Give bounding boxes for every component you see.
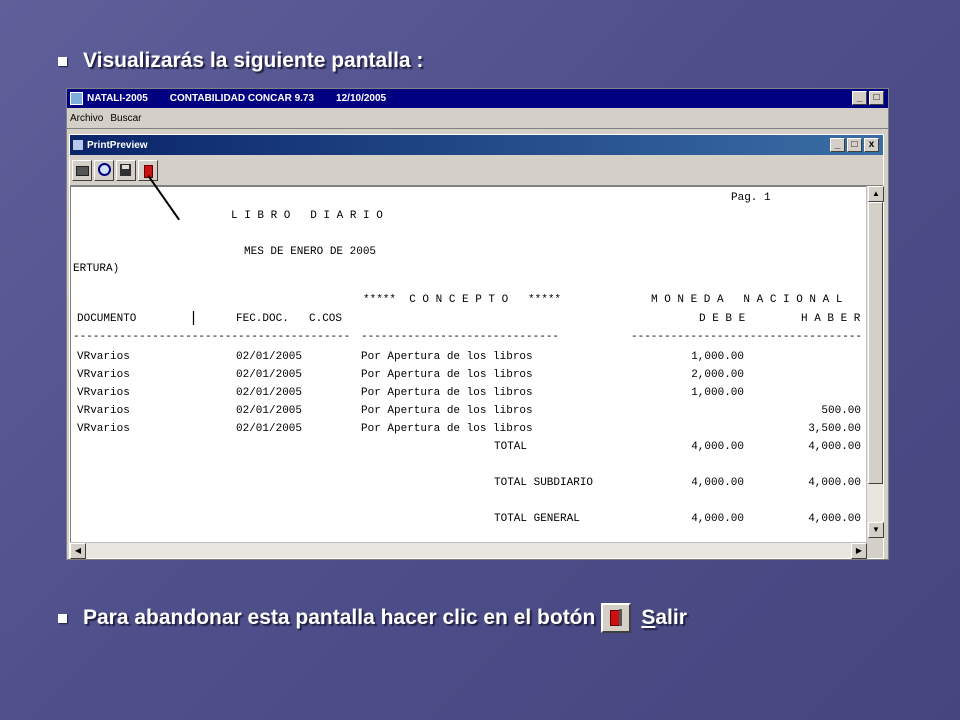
print-preview-window: PrintPreview _ □ x Pag. 1 L I B R O D I …: [69, 134, 884, 559]
app-title-bar: NATALI-2005 CONTABILIDAD CONCAR 9.73 12/…: [67, 89, 888, 108]
save-button[interactable]: [116, 159, 136, 181]
row-fecha: 02/01/2005: [236, 423, 303, 435]
total-label: TOTAL GENERAL: [494, 513, 580, 525]
row-fecha: 02/01/2005: [236, 405, 303, 417]
row-fecha: 02/01/2005: [236, 351, 303, 363]
app-maximize-button[interactable]: □: [869, 91, 884, 105]
app-title-product: CONTABILIDAD CONCAR 9.73: [169, 93, 315, 104]
print-preview-toolbar: [70, 155, 883, 186]
row-haber: 500.00: [821, 405, 861, 417]
print-preview-title: PrintPreview: [87, 139, 148, 151]
row-document: VRvarios: [77, 369, 130, 381]
row-debe: 1,000.00: [691, 351, 744, 363]
col-separator: |: [189, 310, 199, 327]
row-haber: 3,500.00: [808, 423, 861, 435]
row-debe: 2,000.00: [691, 369, 744, 381]
total-haber: 4,000.00: [808, 477, 861, 489]
row-concepto: Por Apertura de los libros: [361, 369, 533, 381]
salir-icon-button: [601, 603, 632, 633]
bullet-square-icon: [58, 56, 67, 66]
row-document: VRvarios: [77, 423, 130, 435]
concar-app-window: NATALI-2005 CONTABILIDAD CONCAR 9.73 12/…: [66, 88, 889, 560]
print-preview-icon: [73, 140, 83, 150]
intro-text: Visualizarás la siguiente pantalla :: [83, 49, 424, 72]
total-label: TOTAL SUBDIARIO: [494, 477, 594, 489]
col-debe: D E B E: [699, 313, 746, 325]
print-button[interactable]: [72, 159, 92, 181]
col-haber: H A B E R: [801, 313, 861, 325]
concepto-header: ***** C O N C E P T O *****: [363, 294, 562, 306]
app-minimize-button[interactable]: _: [852, 91, 867, 105]
vertical-scrollbar[interactable]: ▲ ▼: [866, 186, 884, 538]
total-haber: 4,000.00: [808, 441, 861, 453]
bullet-line-2: Para abandonar esta pantalla hacer clic …: [58, 603, 687, 633]
app-title-company: NATALI-2005: [87, 93, 148, 104]
horizontal-scrollbar[interactable]: ◀ ▶: [70, 542, 867, 559]
scroll-down-arrow-icon[interactable]: ▼: [868, 522, 884, 538]
vertical-scroll-thumb[interactable]: [868, 202, 883, 484]
zoom-button[interactable]: [94, 159, 114, 181]
row-debe: 1,000.00: [691, 387, 744, 399]
menu-bar: Archivo Buscar: [67, 108, 888, 129]
total-debe: 4,000.00: [691, 477, 744, 489]
header-rule-1: ----------------------------------------…: [73, 331, 351, 343]
row-concepto: Por Apertura de los libros: [361, 405, 533, 417]
header-rule-3: -----------------------------------: [631, 331, 863, 343]
moneda-header: M O N E D A N A C I O N A L: [651, 294, 843, 306]
total-debe: 4,000.00: [691, 441, 744, 453]
col-ccos: C.COS: [309, 313, 343, 325]
menu-archivo[interactable]: Archivo: [70, 113, 103, 124]
row-concepto: Por Apertura de los libros: [361, 387, 533, 399]
menu-buscar[interactable]: Buscar: [110, 113, 141, 124]
total-label: TOTAL: [494, 441, 528, 453]
scroll-right-arrow-icon[interactable]: ▶: [851, 543, 867, 559]
row-concepto: Por Apertura de los libros: [361, 423, 533, 435]
row-document: VRvarios: [77, 387, 130, 399]
row-concepto: Por Apertura de los libros: [361, 351, 533, 363]
row-document: VRvarios: [77, 351, 130, 363]
scroll-left-arrow-icon[interactable]: ◀: [70, 543, 86, 559]
report-subtitle: ERTURA): [73, 263, 120, 275]
header-rule-2: ------------------------------: [361, 331, 560, 343]
total-debe: 4,000.00: [691, 513, 744, 525]
page-number: Pag. 1: [731, 192, 771, 204]
app-title-date: 12/10/2005: [336, 93, 387, 104]
bullet-line-1: Visualizarás la siguiente pantalla :: [58, 49, 423, 73]
row-fecha: 02/01/2005: [236, 369, 303, 381]
instruction-text: Para abandonar esta pantalla hacer clic …: [83, 606, 596, 629]
report-title: L I B R O D I A R I O: [231, 210, 383, 222]
resize-grip[interactable]: [867, 543, 883, 558]
total-haber: 4,000.00: [808, 513, 861, 525]
zoom-icon: [98, 162, 111, 176]
scroll-up-arrow-icon[interactable]: ▲: [868, 186, 884, 202]
row-document: VRvarios: [77, 405, 130, 417]
print-preview-title-bar: PrintPreview _ □ x: [70, 135, 883, 155]
col-documento: DOCUMENTO: [77, 313, 137, 325]
row-fecha: 02/01/2005: [236, 387, 303, 399]
salir-label: Salir: [641, 606, 687, 629]
report-page: Pag. 1 L I B R O D I A R I O MES DE ENER…: [70, 186, 866, 555]
report-period: MES DE ENERO DE 2005: [244, 246, 377, 258]
app-icon: [70, 92, 83, 105]
printer-icon: [76, 165, 89, 176]
col-fecdoc: FEC.DOC.: [236, 313, 289, 325]
pp-minimize-button[interactable]: _: [830, 138, 845, 152]
pp-maximize-button[interactable]: □: [847, 138, 862, 152]
pp-close-button[interactable]: x: [864, 138, 879, 152]
bullet-square-icon: [58, 613, 67, 623]
